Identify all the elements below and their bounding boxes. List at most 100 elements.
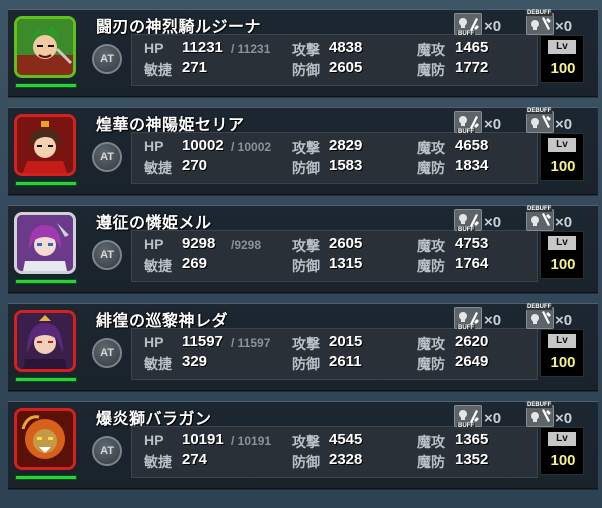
- agility-label: 敏捷: [144, 62, 172, 78]
- hp-max-value: /9298: [231, 238, 262, 252]
- level-label: Lv: [548, 432, 576, 446]
- level-label: Lv: [548, 236, 576, 250]
- debuff-icon[interactable]: DEBUFF: [526, 206, 554, 231]
- unit-card[interactable]: 爆炎獅バラガン AT HP 10191 / 10191 敏捷 274 攻撃 45…: [8, 401, 598, 489]
- attack-value: 2829: [329, 137, 363, 154]
- attack-value: 4545: [329, 431, 363, 448]
- debuff-count: ×0: [555, 214, 573, 231]
- unit-portrait[interactable]: [14, 16, 76, 78]
- buff-icon[interactable]: BUFF: [454, 13, 482, 37]
- agility-value: 329: [182, 353, 208, 370]
- buff-icon[interactable]: BUFF: [454, 111, 482, 135]
- magic-attack-label: 魔攻: [417, 42, 445, 58]
- magic-defense-value: 1352: [455, 451, 489, 468]
- level-value: 100: [550, 158, 576, 175]
- debuff-skull-icon: [531, 409, 551, 422]
- magic-attack-label: 魔攻: [417, 238, 445, 254]
- debuff-icon[interactable]: DEBUFF: [526, 10, 554, 35]
- unit-card[interactable]: 緋徨の巡黎神レダ AT HP 11597 / 11597 敏捷 329 攻撃 2…: [8, 303, 598, 391]
- hp-label: HP: [144, 236, 164, 252]
- level-box: Lv 100: [540, 329, 584, 377]
- hp-label: HP: [144, 334, 164, 350]
- debuff-skull-icon: [531, 17, 551, 30]
- unit-portrait[interactable]: [14, 114, 76, 176]
- defense-label: 防御: [292, 356, 320, 372]
- hp-bar: [15, 83, 77, 88]
- auto-target-button[interactable]: AT: [92, 436, 122, 466]
- debuff-label: DEBUFF: [526, 206, 553, 212]
- debuff-label: DEBUFF: [526, 304, 553, 310]
- debuff-icon[interactable]: DEBUFF: [526, 108, 554, 133]
- hp-bar: [15, 475, 77, 480]
- defense-label: 防御: [292, 454, 320, 470]
- debuff-skull-icon: [531, 115, 551, 128]
- level-value: 100: [550, 354, 576, 371]
- buff-icon[interactable]: BUFF: [454, 307, 482, 331]
- attack-value: 2605: [329, 235, 363, 252]
- defense-value: 1315: [329, 255, 363, 272]
- unit-card[interactable]: 遵征の憐姫メル AT HP 9298 /9298 敏捷 269 攻撃 2605 …: [8, 205, 598, 293]
- unit-portrait[interactable]: [14, 408, 76, 470]
- level-label: Lv: [548, 40, 576, 54]
- debuff-icon[interactable]: DEBUFF: [526, 402, 554, 427]
- magic-defense-value: 1772: [455, 59, 489, 76]
- unit-card[interactable]: 闘刃の神烈騎ルジーナ AT HP 11231 / 11231 敏捷 271 攻撃…: [8, 9, 598, 97]
- auto-target-button[interactable]: AT: [92, 240, 122, 270]
- auto-target-button[interactable]: AT: [92, 142, 122, 172]
- at-label: AT: [100, 347, 114, 359]
- at-label: AT: [100, 151, 114, 163]
- agility-label: 敏捷: [144, 160, 172, 176]
- level-label: Lv: [548, 334, 576, 348]
- buff-label: BUFF: [457, 325, 475, 331]
- defense-label: 防御: [292, 160, 320, 176]
- buff-count: ×0: [484, 214, 502, 231]
- buff-label: BUFF: [457, 423, 475, 429]
- magic-defense-label: 魔防: [417, 160, 445, 176]
- hp-label: HP: [144, 138, 164, 154]
- buff-icon[interactable]: BUFF: [454, 405, 482, 429]
- hp-bar: [15, 181, 77, 186]
- magic-defense-label: 魔防: [417, 454, 445, 470]
- buff-icon[interactable]: BUFF: [454, 209, 482, 233]
- level-box: Lv 100: [540, 133, 584, 181]
- unit-portrait[interactable]: [14, 212, 76, 274]
- level-label: Lv: [548, 138, 576, 152]
- auto-target-button[interactable]: AT: [92, 44, 122, 74]
- buff-label: BUFF: [457, 227, 475, 233]
- hp-label: HP: [144, 40, 164, 56]
- magic-attack-label: 魔攻: [417, 140, 445, 156]
- stats-panel: HP 10002 / 10002 敏捷 270 攻撃 2829 防御 1583 …: [131, 132, 538, 184]
- buff-count: ×0: [484, 410, 502, 427]
- defense-value: 2605: [329, 59, 363, 76]
- attack-label: 攻撃: [292, 434, 320, 450]
- magic-attack-value: 1465: [455, 39, 489, 56]
- at-label: AT: [100, 53, 114, 65]
- debuff-skull-icon: [531, 213, 551, 226]
- unit-card[interactable]: 煌華の神陽姫セリア AT HP 10002 / 10002 敏捷 270 攻撃 …: [8, 107, 598, 195]
- hp-max-value: / 10002: [231, 140, 272, 154]
- red-princess-portrait: [17, 117, 73, 173]
- attack-value: 2015: [329, 333, 363, 350]
- agility-value: 274: [182, 451, 208, 468]
- stats-panel: HP 9298 /9298 敏捷 269 攻撃 2605 防御 1315 魔攻 …: [131, 230, 538, 282]
- level-value: 100: [550, 60, 576, 77]
- hp-value: 10002: [182, 137, 224, 154]
- attack-label: 攻撃: [292, 238, 320, 254]
- debuff-icon[interactable]: DEBUFF: [526, 304, 554, 329]
- level-box: Lv 100: [540, 231, 584, 279]
- attack-value: 4838: [329, 39, 363, 56]
- debuff-label: DEBUFF: [526, 402, 553, 408]
- magic-attack-label: 魔攻: [417, 434, 445, 450]
- unit-portrait[interactable]: [14, 310, 76, 372]
- at-label: AT: [100, 445, 114, 457]
- hp-max-value: / 11597: [231, 336, 271, 350]
- hp-value: 9298: [182, 235, 216, 252]
- stats-panel: HP 10191 / 10191 敏捷 274 攻撃 4545 防御 2328 …: [131, 426, 538, 478]
- hp-value: 11597: [182, 333, 223, 350]
- stats-panel: HP 11597 / 11597 敏捷 329 攻撃 2015 防御 2611 …: [131, 328, 538, 380]
- buff-count: ×0: [484, 18, 502, 35]
- attack-label: 攻撃: [292, 140, 320, 156]
- debuff-label: DEBUFF: [526, 108, 553, 114]
- buff-label: BUFF: [457, 31, 475, 37]
- auto-target-button[interactable]: AT: [92, 338, 122, 368]
